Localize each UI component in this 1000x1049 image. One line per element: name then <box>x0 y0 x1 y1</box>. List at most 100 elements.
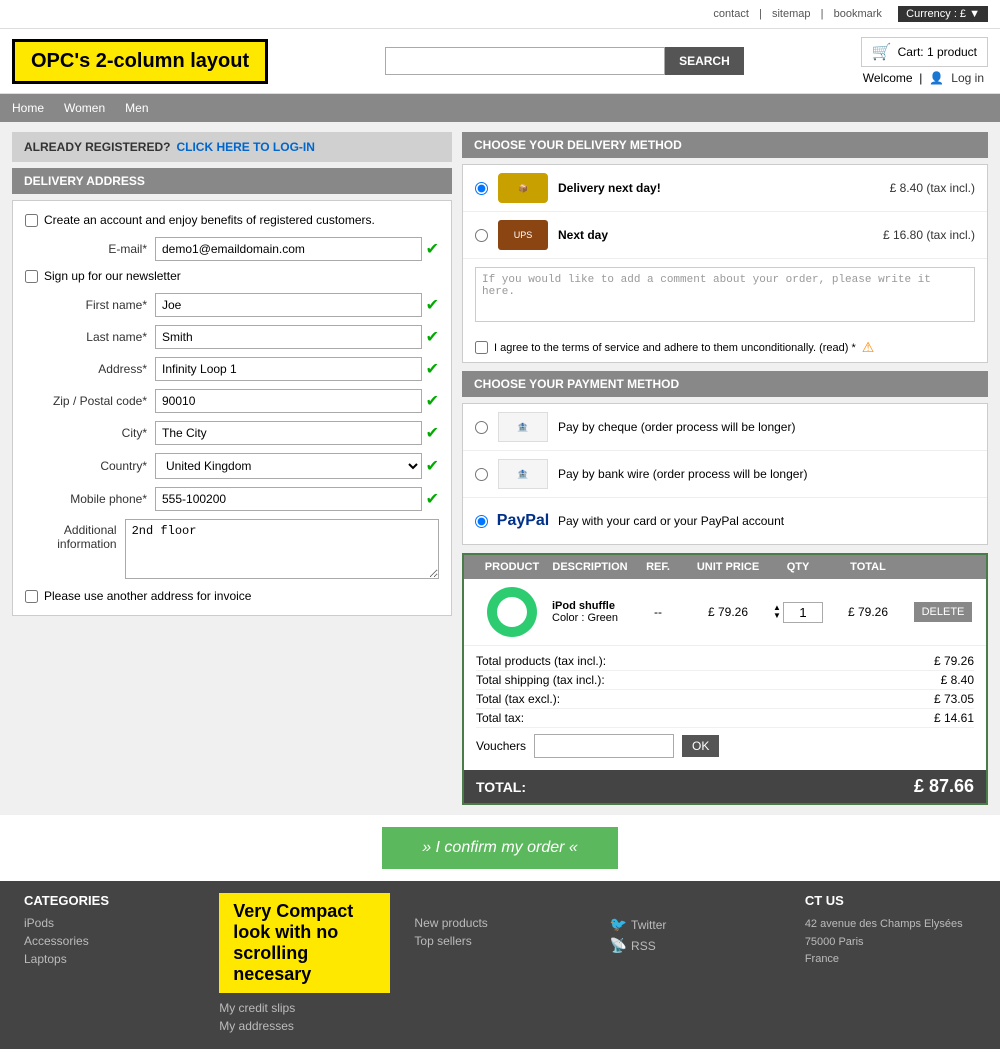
address-label: Address* <box>25 362 155 376</box>
footer-addresses-link[interactable]: My addresses <box>219 1019 390 1033</box>
wire-img: 🏦 <box>498 459 548 489</box>
qty-input[interactable] <box>783 602 823 623</box>
bookmark-link[interactable]: bookmark <box>834 8 882 20</box>
firstname-label: First name* <box>25 298 155 312</box>
order-table: PRODUCT DESCRIPTION REF. UNIT PRICE QTY … <box>462 553 988 805</box>
payment-radio-3[interactable] <box>475 515 488 528</box>
footer-social-title <box>610 893 781 908</box>
delivery-price-1: £ 8.40 (tax incl.) <box>890 181 975 195</box>
qty-cell: ▲ ▼ <box>768 602 828 623</box>
delivery-radio-2[interactable] <box>475 229 488 242</box>
login-link[interactable]: Log in <box>951 71 984 85</box>
nav-item-women[interactable]: Women <box>64 101 105 115</box>
delivery-method-header: CHOOSE YOUR DELIVERY METHOD <box>462 132 988 158</box>
zip-field[interactable] <box>155 389 422 413</box>
firstname-check-icon: ✔ <box>426 295 439 315</box>
col-unit-price: UNIT PRICE <box>688 561 768 573</box>
firstname-field[interactable] <box>155 293 422 317</box>
nav-item-men[interactable]: Men <box>125 101 148 115</box>
terms-checkbox[interactable] <box>475 341 488 354</box>
city-field[interactable] <box>155 421 422 445</box>
delivery-address-form: Create an account and enjoy benefits of … <box>12 200 452 616</box>
delivery-address-header: DELIVERY ADDRESS <box>12 168 452 194</box>
zip-label: Zip / Postal code* <box>25 394 155 408</box>
voucher-input[interactable] <box>534 734 674 758</box>
address-field[interactable] <box>155 357 422 381</box>
footer-ipods-link[interactable]: iPods <box>24 916 195 930</box>
country-check-icon: ✔ <box>426 456 439 476</box>
create-account-label: Create an account and enjoy benefits of … <box>44 213 375 227</box>
invoice-checkbox[interactable] <box>25 590 38 603</box>
phone-row: Mobile phone* ✔ <box>25 487 439 511</box>
payment-radio-2[interactable] <box>475 468 488 481</box>
twitter-label: Twitter <box>631 918 666 932</box>
login-here-link[interactable]: CLICK HERE TO LOG-IN <box>176 140 314 154</box>
contact-link[interactable]: contact <box>713 8 748 20</box>
qty-down-arrow[interactable]: ▼ <box>773 612 781 620</box>
phone-field[interactable] <box>155 487 422 511</box>
comment-textarea[interactable]: If you would like to add a comment about… <box>475 267 975 322</box>
footer-laptops-link[interactable]: Laptops <box>24 952 195 966</box>
city-label: City* <box>25 426 155 440</box>
delivery-option-2: UPS Next day £ 16.80 (tax incl.) <box>463 212 987 259</box>
cart-icon: 🛒 <box>872 42 892 62</box>
email-field[interactable] <box>155 237 422 261</box>
total-excl-row: Total (tax excl.): £ 73.05 <box>476 690 974 709</box>
phone-check-icon: ✔ <box>426 489 439 509</box>
product-color: Color : Green <box>552 612 628 624</box>
col-qty: QTY <box>768 561 828 573</box>
search-button[interactable]: SEARCH <box>665 47 744 75</box>
footer-social-col: 🐦 Twitter 📡 RSS <box>598 893 793 1037</box>
terms-row: I agree to the terms of service and adhe… <box>463 333 987 362</box>
footer-new-products-link[interactable]: New products <box>414 916 585 930</box>
additional-field[interactable]: 2nd floor <box>125 519 439 579</box>
footer-accessories-link[interactable]: Accessories <box>24 934 195 948</box>
twitter-link[interactable]: 🐦 Twitter <box>610 916 781 933</box>
create-account-check: Create an account and enjoy benefits of … <box>25 213 439 227</box>
email-check-icon: ✔ <box>426 239 439 259</box>
cart-info[interactable]: 🛒 Cart: 1 product <box>861 37 988 67</box>
country-row: Country* United Kingdom ✔ <box>25 453 439 479</box>
total-products-label: Total products (tax incl.): <box>476 654 606 668</box>
lastname-check-icon: ✔ <box>426 327 439 347</box>
delivery-radio-1[interactable] <box>475 182 488 195</box>
country-select[interactable]: United Kingdom <box>155 453 422 479</box>
lastname-field[interactable] <box>155 325 422 349</box>
already-registered-bar: ALREADY REGISTERED? CLICK HERE TO LOG-IN <box>12 132 452 162</box>
create-account-checkbox[interactable] <box>25 214 38 227</box>
delete-button[interactable]: DELETE <box>914 602 973 622</box>
total-excl-value: £ 73.05 <box>934 692 974 706</box>
newsletter-checkbox[interactable] <box>25 270 38 283</box>
confirm-order-button[interactable]: » I confirm my order « <box>382 827 618 869</box>
footer-credit-slips-link[interactable]: My credit slips <box>219 1001 390 1015</box>
col-actions <box>908 561 978 573</box>
lastname-row: Last name* ✔ <box>25 325 439 349</box>
currency-button[interactable]: Currency : £ ▼ <box>898 6 988 22</box>
footer-categories-title: CATEGORIES <box>24 893 195 908</box>
payment-option-2: 🏦 Pay by bank wire (order process will b… <box>463 451 987 498</box>
total-tax-value: £ 14.61 <box>934 711 974 725</box>
newsletter-check: Sign up for our newsletter <box>25 269 439 283</box>
grand-total-row: TOTAL: £ 87.66 <box>464 770 986 803</box>
firstname-row: First name* ✔ <box>25 293 439 317</box>
voucher-ok-button[interactable]: OK <box>682 735 719 757</box>
grand-total-value: £ 87.66 <box>914 776 974 797</box>
address-check-icon: ✔ <box>426 359 439 379</box>
country-label: Country* <box>25 459 155 473</box>
ipod-thumb-inner <box>497 597 527 627</box>
product-unit-price: £ 79.26 <box>688 605 768 619</box>
footer-top-sellers-link[interactable]: Top sellers <box>414 934 585 948</box>
nav-item-home[interactable]: Home <box>12 101 44 115</box>
rss-link[interactable]: 📡 RSS <box>610 937 781 954</box>
delivery-section: 📦 Delivery next day! £ 8.40 (tax incl.) … <box>462 164 988 363</box>
footer-addr-1: 42 avenue des Champs Elysées <box>805 918 963 930</box>
payment-radio-1[interactable] <box>475 421 488 434</box>
zip-row: Zip / Postal code* ✔ <box>25 389 439 413</box>
rss-label: RSS <box>631 939 656 953</box>
total-tax-row: Total tax: £ 14.61 <box>476 709 974 728</box>
header: OPC's 2-column layout SEARCH 🛒 Cart: 1 p… <box>0 29 1000 94</box>
sitemap-link[interactable]: sitemap <box>772 8 811 20</box>
ipod-thumb <box>487 587 537 637</box>
search-input[interactable] <box>385 47 665 75</box>
payment-section: 🏦 Pay by cheque (order process will be l… <box>462 403 988 545</box>
